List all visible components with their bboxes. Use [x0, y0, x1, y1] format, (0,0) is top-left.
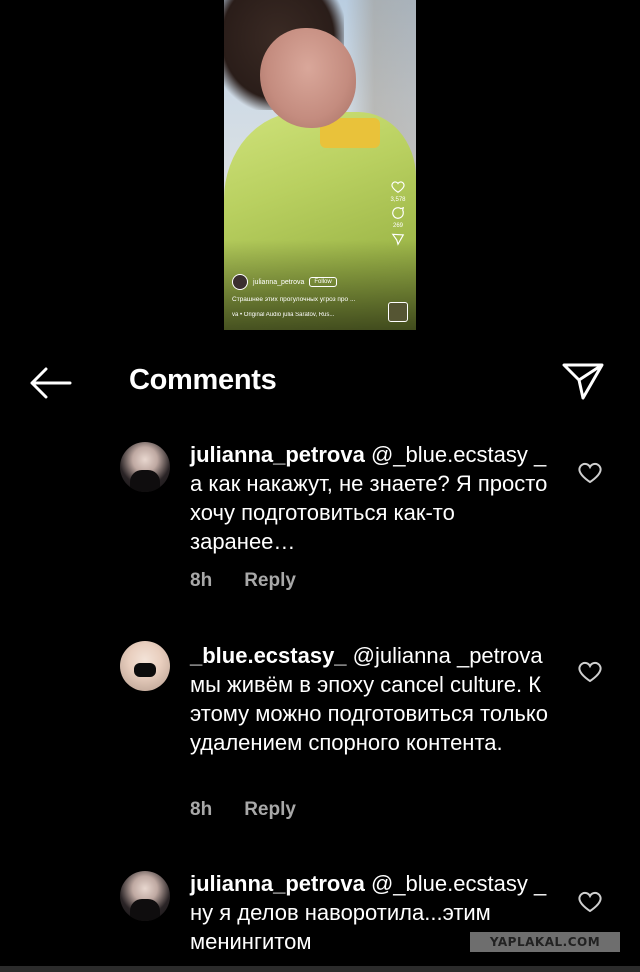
- comment-mention[interactable]: @julianna _petrova: [353, 643, 543, 668]
- reply-button[interactable]: Reply: [244, 799, 296, 821]
- comment-time: 8h: [190, 799, 213, 820]
- share-icon[interactable]: [391, 232, 405, 246]
- back-arrow-icon[interactable]: [28, 366, 72, 400]
- heart-icon[interactable]: [578, 891, 602, 913]
- comment-username[interactable]: julianna_petrova: [190, 442, 365, 467]
- comment-mention[interactable]: @_blue.ecstasy: [371, 871, 528, 896]
- video-avatar: [232, 274, 248, 290]
- follow-button[interactable]: Follow: [309, 277, 337, 287]
- video-preview[interactable]: 3,578 269 julianna_petrova Follow Страшн…: [224, 0, 416, 330]
- reply-button[interactable]: Reply: [244, 570, 296, 592]
- comments-count: 269: [392, 223, 403, 229]
- face: [260, 28, 356, 128]
- avatar[interactable]: [120, 442, 170, 492]
- avatar[interactable]: [120, 871, 170, 921]
- heart-icon[interactable]: [578, 661, 602, 683]
- comment-username[interactable]: julianna_petrova: [190, 871, 365, 896]
- bottom-bar: [0, 966, 640, 972]
- comment-username[interactable]: _blue.ecstasy_: [190, 643, 347, 668]
- heart-icon[interactable]: [578, 462, 602, 484]
- comment-icon[interactable]: [391, 206, 405, 220]
- audio-thumbnail[interactable]: [388, 302, 408, 322]
- comment-actions: 8h Reply: [190, 570, 296, 592]
- comment-actions: 8h Reply: [190, 799, 296, 821]
- comment-time: 8h: [190, 570, 213, 591]
- comment-text: мы живём в эпоху cancel culture. К этому…: [190, 672, 549, 755]
- comment-body: julianna_petrova @_blue.ecstasy _ а как …: [190, 440, 560, 556]
- video-username: julianna_petrova: [253, 278, 305, 286]
- video-user[interactable]: julianna_petrova Follow: [232, 274, 337, 290]
- comments-header: Comments: [0, 350, 640, 414]
- video-caption: Страшнее этих прогулочных угроз про ...: [232, 296, 356, 303]
- page-title: Comments: [129, 364, 277, 396]
- like-icon[interactable]: [391, 180, 405, 194]
- video-meta: va • Original Audio julia Saratov, Rus..…: [232, 312, 335, 318]
- comment-body: _blue.ecstasy_ @julianna _petrova мы жив…: [190, 641, 560, 757]
- watermark: YAPLAKAL.COM: [470, 932, 620, 952]
- comment-mention[interactable]: @_blue.ecstasy: [371, 442, 528, 467]
- likes-count: 3,578: [390, 197, 406, 203]
- send-icon[interactable]: [560, 360, 606, 402]
- avatar[interactable]: [120, 641, 170, 691]
- video-side-actions: 3,578 269: [388, 180, 408, 246]
